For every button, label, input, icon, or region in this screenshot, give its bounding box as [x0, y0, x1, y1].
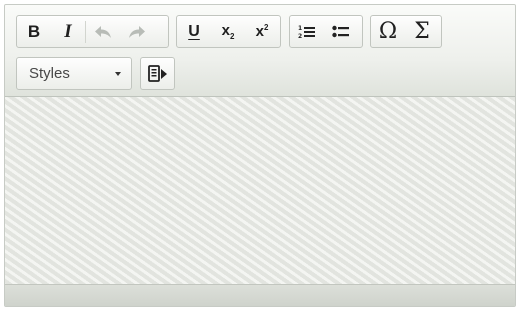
svg-text:1: 1 [298, 25, 302, 32]
bold-button[interactable]: B [17, 16, 51, 47]
source-button[interactable] [140, 57, 175, 90]
subscript-icon: x2 [222, 22, 235, 41]
editor-status-bar [5, 284, 515, 306]
sigma-icon: Σ [414, 19, 430, 44]
basic-styles-group: B I [16, 15, 169, 48]
undo-button[interactable] [86, 16, 120, 47]
italic-button[interactable]: I [51, 16, 85, 47]
superscript-icon: x2 [256, 23, 269, 40]
styles-dropdown[interactable]: Styles [16, 57, 132, 90]
sum-button[interactable]: Σ [405, 16, 439, 47]
omega-icon: Ω [378, 19, 398, 44]
source-mode-icon [147, 64, 167, 82]
superscript-mark: 2 [263, 23, 269, 32]
redo-button[interactable] [120, 16, 154, 47]
bulleted-list-button[interactable] [324, 16, 358, 47]
editor-toolbar: B I U x2 x2 1 2 Ω Σ Styles [5, 5, 515, 97]
numbered-list-icon: 1 2 [298, 25, 315, 40]
subscript-button[interactable]: x2 [211, 16, 245, 47]
svg-text:2: 2 [298, 33, 302, 40]
editor-content-area[interactable] [5, 97, 515, 287]
undo-icon [95, 25, 111, 38]
italic-icon: I [64, 20, 72, 42]
bold-icon: B [27, 21, 41, 41]
underline-button[interactable]: U [177, 16, 211, 47]
redo-icon [129, 25, 145, 38]
special-character-button[interactable]: Ω [371, 16, 405, 47]
subscript-base: x [221, 22, 230, 39]
bulleted-list-icon [332, 25, 349, 37]
text-format-group: U x2 x2 [176, 15, 281, 48]
list-group: 1 2 [289, 15, 363, 48]
superscript-button[interactable]: x2 [245, 16, 279, 47]
symbols-group: Ω Σ [370, 15, 442, 48]
styles-dropdown-value: Styles [29, 65, 70, 82]
rich-text-editor: B I U x2 x2 1 2 Ω Σ Styles [4, 4, 516, 307]
numbered-list-button[interactable]: 1 2 [290, 16, 324, 47]
underline-icon: U [188, 22, 200, 40]
subscript-mark: 2 [229, 32, 235, 41]
chevron-down-icon [115, 72, 121, 76]
superscript-base: x [255, 23, 264, 40]
